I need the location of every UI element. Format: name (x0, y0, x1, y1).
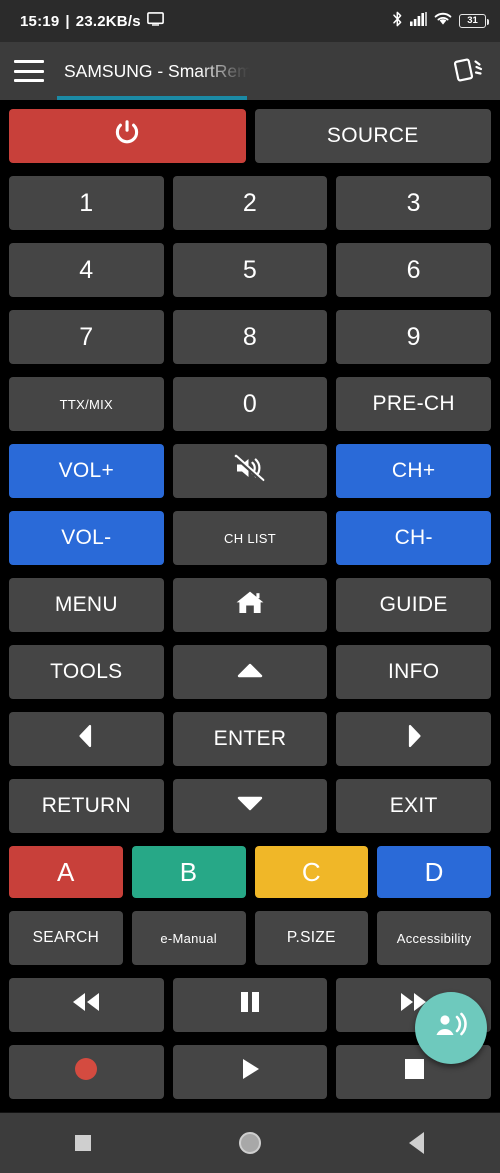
dpad-left-button[interactable] (9, 712, 164, 766)
hamburger-menu-icon[interactable] (14, 60, 44, 82)
digit-9-button[interactable]: 9 (336, 310, 492, 364)
home-icon (235, 589, 265, 622)
exit-button[interactable]: EXIT (336, 779, 492, 833)
home-button[interactable] (172, 578, 328, 632)
digit-4-button[interactable]: 4 (9, 243, 164, 297)
tools-button[interactable]: TOOLS (9, 645, 164, 699)
status-bar-left: 15:19 | 23.2KB/s (20, 12, 164, 30)
monitor-icon (146, 12, 164, 30)
remote-row-123: 1 2 3 (9, 176, 492, 230)
cellular-signal-icon (410, 11, 427, 31)
power-icon (112, 118, 142, 154)
channel-up-button[interactable]: CH+ (336, 444, 492, 498)
color-key-b-button[interactable]: B (131, 846, 246, 898)
channel-list-button[interactable]: CH LIST (172, 511, 328, 565)
source-button[interactable]: SOURCE (254, 109, 491, 163)
color-key-a-button[interactable]: A (9, 846, 123, 898)
digit-8-button[interactable]: 8 (172, 310, 328, 364)
digit-1-button[interactable]: 1 (9, 176, 164, 230)
remote-row-456: 4 5 6 (9, 243, 492, 297)
record-button[interactable] (9, 1045, 164, 1099)
status-bar: 15:19 | 23.2KB/s 31 (0, 0, 500, 42)
switch-remote-cards-icon[interactable] (453, 55, 484, 88)
remote-row-volup-mute-chup: VOL+ CH+ (9, 444, 492, 498)
remote-row-color-keys: A B C D (9, 846, 491, 898)
remote-row-voldown-chlist-chdown: VOL- CH LIST CH- (9, 511, 492, 565)
accessibility-button[interactable]: Accessibility (377, 911, 491, 965)
remote-row-tools-up-info: TOOLS INFO (9, 645, 492, 699)
status-bar-right: 31 (392, 11, 489, 32)
rewind-icon (67, 990, 105, 1020)
voice-command-icon (432, 1010, 470, 1047)
e-manual-button[interactable]: e-Manual (131, 911, 246, 965)
pause-icon (237, 989, 263, 1021)
remote-row-789: 7 8 9 (9, 310, 492, 364)
status-network-speed: 23.2KB/s (75, 12, 141, 30)
arrow-up-icon (236, 660, 264, 684)
ttx-mix-button[interactable]: TTX/MIX (9, 377, 164, 431)
search-button[interactable]: SEARCH (9, 911, 123, 965)
digit-7-button[interactable]: 7 (9, 310, 164, 364)
guide-button[interactable]: GUIDE (336, 578, 492, 632)
recents-square-icon (75, 1135, 92, 1151)
android-navigation-bar (0, 1112, 500, 1173)
dpad-right-button[interactable] (336, 712, 492, 766)
arrow-down-icon (236, 794, 264, 818)
voice-command-fab[interactable] (415, 992, 487, 1064)
back-nav-button[interactable] (387, 1113, 447, 1173)
volume-up-button[interactable]: VOL+ (9, 444, 164, 498)
remote-row-record-play-stop (9, 1045, 492, 1099)
pause-button[interactable] (172, 978, 328, 1032)
return-button[interactable]: RETURN (9, 779, 164, 833)
color-key-d-button[interactable]: D (377, 846, 491, 898)
mute-icon (234, 454, 266, 488)
back-triangle-icon (409, 1132, 425, 1154)
battery-indicator: 31 (459, 14, 489, 28)
menu-button[interactable]: MENU (9, 578, 164, 632)
enter-button[interactable]: ENTER (172, 712, 328, 766)
remote-row-left-enter-right: ENTER (9, 712, 492, 766)
status-clock: 15:19 (20, 12, 60, 30)
channel-down-button[interactable]: CH- (336, 511, 492, 565)
remote-button-grid: SOURCE 1 2 3 4 5 6 7 8 9 TTX/MIX 0 PRE-C… (0, 100, 500, 1112)
app-title: SAMSUNG - SmartRemote (64, 60, 250, 81)
dpad-down-button[interactable] (172, 779, 328, 833)
remote-row-extras: SEARCH e-Manual P.SIZE Accessibility (9, 911, 491, 965)
power-button[interactable] (9, 109, 246, 163)
color-key-c-button[interactable]: C (254, 846, 369, 898)
home-circle-icon (238, 1132, 261, 1154)
dpad-up-button[interactable] (172, 645, 328, 699)
status-separator: | (65, 12, 70, 30)
pre-ch-button[interactable]: PRE-CH (336, 377, 492, 431)
mute-button[interactable] (172, 444, 328, 498)
wifi-icon (434, 12, 452, 31)
rewind-button[interactable] (9, 978, 164, 1032)
info-button[interactable]: INFO (336, 645, 492, 699)
battery-level-label: 31 (467, 15, 478, 27)
remote-row-ttx-0-prech: TTX/MIX 0 PRE-CH (9, 377, 492, 431)
recents-button[interactable] (53, 1113, 113, 1173)
digit-6-button[interactable]: 6 (336, 243, 492, 297)
app-bar: SAMSUNG - SmartRemote (0, 42, 500, 100)
remote-row-return-down-exit: RETURN EXIT (9, 779, 492, 833)
digit-3-button[interactable]: 3 (336, 176, 492, 230)
phone-screen: 15:19 | 23.2KB/s 31 SAMSUNG - SmartRem S… (0, 0, 500, 1173)
play-icon (237, 1056, 263, 1088)
digit-0-button[interactable]: 0 (172, 377, 328, 431)
digit-2-button[interactable]: 2 (172, 176, 328, 230)
home-nav-button[interactable] (220, 1113, 280, 1173)
remote-row-menu-home-guide: MENU GUIDE (9, 578, 492, 632)
arrow-right-icon (406, 723, 422, 755)
digit-5-button[interactable]: 5 (172, 243, 328, 297)
remote-row-power: SOURCE (9, 109, 491, 163)
record-icon (72, 1055, 100, 1089)
volume-down-button[interactable]: VOL- (9, 511, 164, 565)
stop-icon (401, 1056, 427, 1088)
play-button[interactable] (172, 1045, 328, 1099)
arrow-left-icon (78, 723, 94, 755)
bluetooth-icon (392, 11, 403, 32)
picture-size-button[interactable]: P.SIZE (254, 911, 369, 965)
